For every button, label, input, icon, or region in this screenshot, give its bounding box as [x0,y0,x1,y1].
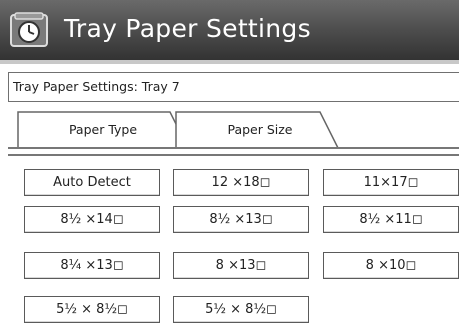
subheader: Tray Paper Settings: Tray 7 [8,72,459,102]
size-button-5-5x8-5-portrait[interactable]: 5½ × 8½◻ [24,296,160,323]
tab-paper-size[interactable]: Paper Size [180,112,340,148]
grid-top-divider [8,154,459,156]
size-button-8x13[interactable]: 8 ×13◻ [173,252,309,279]
size-button-8-25x13[interactable]: 8¼ ×13◻ [24,252,160,279]
tray-settings-icon [10,12,48,47]
size-button-5-5x8-5-landscape[interactable]: 5½ × 8½◻ [173,296,309,323]
size-button-12x18[interactable]: 12 ×18◻ [173,169,309,196]
size-button-8-5x14[interactable]: 8½ ×14◻ [24,206,160,233]
size-button-8-5x11[interactable]: 8½ ×11◻ [323,206,459,233]
tab-paper-type[interactable]: Paper Type [18,112,188,148]
size-button-8-5x13[interactable]: 8½ ×13◻ [173,206,309,233]
size-button-11x17[interactable]: 11×17◻ [323,169,459,196]
size-button-8x10[interactable]: 8 ×10◻ [323,252,459,279]
page-title: Tray Paper Settings [64,14,311,43]
settings-panel: Tray Paper Settings: Tray 7 Paper Type P… [0,64,459,330]
title-bar: Tray Paper Settings [0,0,459,64]
size-button-auto-detect[interactable]: Auto Detect [24,169,160,196]
